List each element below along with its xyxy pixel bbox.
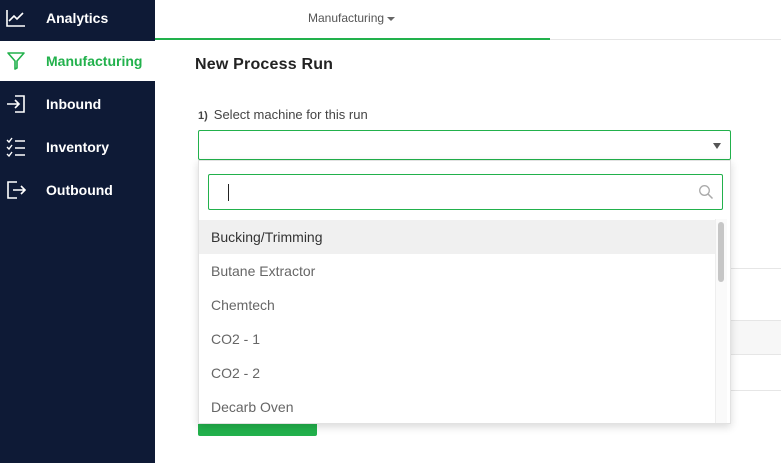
page-title: New Process Run <box>195 56 334 73</box>
list-item[interactable]: Butane Extractor <box>199 254 717 288</box>
list-item[interactable]: Decarb Oven <box>199 390 717 423</box>
list-item[interactable]: Chemtech <box>199 288 717 322</box>
sign-out-icon <box>7 181 26 199</box>
sidebar-item-label: Manufacturing <box>46 53 143 69</box>
top-bar: Manufacturing <box>155 0 781 40</box>
divider <box>730 268 781 269</box>
checklist-icon <box>6 137 25 157</box>
divider <box>730 320 781 321</box>
machine-select[interactable] <box>198 130 731 160</box>
sign-in-icon <box>7 95 25 113</box>
divider <box>730 390 781 391</box>
step-text: Select machine for this run <box>213 107 368 122</box>
funnel-icon <box>7 52 25 70</box>
sidebar-item-inbound[interactable]: Inbound <box>0 84 155 124</box>
sidebar-item-label: Outbound <box>46 182 113 198</box>
sidebar-item-manufacturing[interactable]: Manufacturing <box>0 41 155 81</box>
sidebar-item-analytics[interactable]: Analytics <box>0 0 155 38</box>
machine-dropdown: Bucking/Trimming Butane Extractor Chemte… <box>198 160 731 424</box>
search-input[interactable] <box>219 181 689 203</box>
list-item[interactable]: Bucking/Trimming <box>199 220 717 254</box>
caret-down-icon <box>387 16 396 21</box>
sidebar-item-label: Analytics <box>46 10 109 26</box>
list-item[interactable]: CO2 - 2 <box>199 356 717 390</box>
divider <box>730 354 781 355</box>
step-number: 1) <box>198 110 208 122</box>
search-icon <box>699 185 714 200</box>
dropdown-search[interactable] <box>208 174 723 210</box>
list-item[interactable]: CO2 - 1 <box>199 322 717 356</box>
caret-down-icon <box>713 143 721 149</box>
text-cursor <box>228 184 229 201</box>
sidebar-item-inventory[interactable]: Inventory <box>0 127 155 167</box>
scrollbar-thumb[interactable] <box>718 222 724 282</box>
sidebar-item-label: Inbound <box>46 96 102 112</box>
sidebar-item-outbound[interactable]: Outbound <box>0 170 155 210</box>
tab-dropdown[interactable]: Manufacturing <box>308 11 396 25</box>
tab-label: Manufacturing <box>308 11 385 25</box>
table-row <box>730 320 781 354</box>
sidebar-item-label: Inventory <box>46 139 110 155</box>
line-chart-icon <box>6 10 25 27</box>
sidebar: Analytics Manufacturing Inbound Inventor… <box>0 0 155 463</box>
tab-manufacturing[interactable]: Manufacturing <box>155 0 550 40</box>
main-content: Manufacturing New Process Run 1) Select m… <box>155 0 781 463</box>
step-label: 1) Select machine for this run <box>198 107 368 122</box>
